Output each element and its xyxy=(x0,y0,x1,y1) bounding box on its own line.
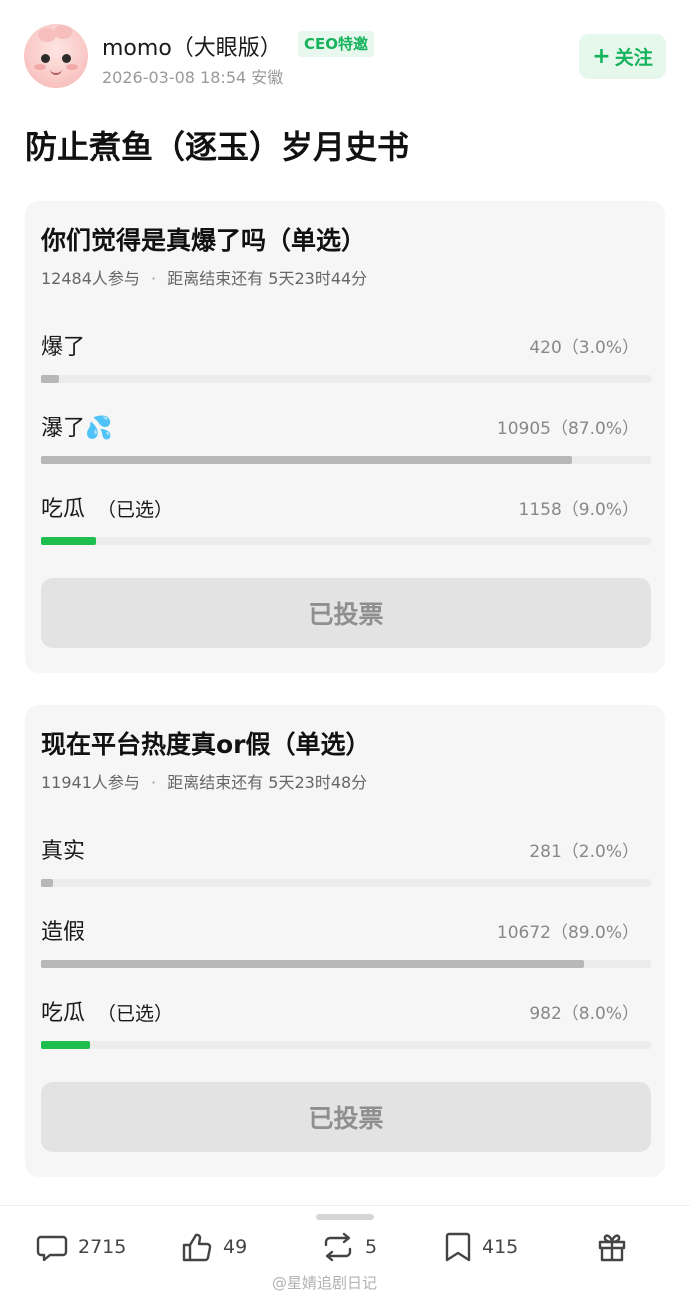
option-label: 真实 xyxy=(41,839,86,864)
username[interactable]: momo（大眼版） xyxy=(102,30,282,62)
poll-deadline: 距离结束还有 5天23时44分 xyxy=(167,269,368,288)
repost-button[interactable]: 5 xyxy=(320,1230,377,1264)
voted-button[interactable]: 已投票 xyxy=(41,1082,651,1152)
avatar-blush xyxy=(34,64,46,70)
gift-icon xyxy=(596,1230,628,1264)
like-button[interactable]: 49 xyxy=(180,1230,247,1264)
drag-handle[interactable] xyxy=(316,1214,374,1220)
option-count: 10905（87.0%） xyxy=(496,419,639,439)
post-title: 防止煮鱼（逐玉）岁月史书 xyxy=(25,128,410,166)
poll-question: 现在平台热度真or假（单选） xyxy=(41,730,371,759)
option-label: 瀑了💦 xyxy=(41,416,113,441)
favorite-button[interactable]: 415 xyxy=(443,1230,518,1264)
option-label: 吃瓜 （已选） xyxy=(41,995,173,1027)
favorite-count: 415 xyxy=(482,1236,519,1258)
poll-meta: 12484人参与 · 距离结束还有 5天23时44分 xyxy=(41,265,367,289)
poll-option-selected: 吃瓜 （已选） 982（8.0%） xyxy=(41,995,651,1055)
gift-button[interactable] xyxy=(596,1230,628,1264)
avatar-decoration xyxy=(54,25,72,39)
option-count: 420（3.0%） xyxy=(529,338,639,358)
post-meta: 2026-03-08 18:54 安徽 xyxy=(102,68,284,87)
poll-card: 你们觉得是真爆了吗（单选） 12484人参与 · 距离结束还有 5天23时44分… xyxy=(25,201,665,673)
option-label: 造假 xyxy=(41,920,86,945)
avatar-eye xyxy=(62,54,71,63)
poll-deadline: 距离结束还有 5天23时48分 xyxy=(167,773,368,792)
ceo-badge: CEO特邀 xyxy=(298,31,375,57)
poll-question: 你们觉得是真爆了吗（单选） xyxy=(41,226,367,255)
repost-count: 5 xyxy=(365,1236,378,1258)
option-progress-fill xyxy=(41,537,96,545)
poll-option: 造假 10672（89.0%） xyxy=(41,914,651,974)
option-progress-fill xyxy=(41,960,584,968)
option-progress-fill xyxy=(41,456,572,464)
comment-icon xyxy=(35,1230,69,1264)
follow-label: 关注 xyxy=(614,47,653,69)
follow-button[interactable]: + 关注 xyxy=(579,34,666,79)
plus-icon: + xyxy=(592,44,611,69)
voted-button[interactable]: 已投票 xyxy=(41,578,651,648)
avatar-mouth xyxy=(50,69,62,75)
option-count: 1158（9.0%） xyxy=(518,500,639,520)
selected-tag: （已选） xyxy=(97,499,174,521)
poll-participants: 11941人参与 xyxy=(41,773,140,792)
bottom-action-bar: 2715 49 5 415 @星婧追剧日记 xyxy=(0,1205,690,1300)
option-progress-track xyxy=(41,375,651,383)
separator-dot: · xyxy=(151,269,157,288)
option-progress-fill xyxy=(41,879,54,887)
option-progress-track xyxy=(41,456,651,464)
option-count: 982（8.0%） xyxy=(529,1004,639,1024)
option-progress-track xyxy=(41,1041,651,1049)
poll-option: 瀑了💦 10905（87.0%） xyxy=(41,410,651,470)
option-progress-track xyxy=(41,960,651,968)
avatar[interactable] xyxy=(24,24,88,88)
option-progress-track xyxy=(41,537,651,545)
watermark: @星婧追剧日记 xyxy=(272,1274,378,1292)
avatar-eye xyxy=(41,54,50,63)
option-text: 吃瓜 xyxy=(41,497,86,522)
thumbs-up-icon xyxy=(180,1230,214,1264)
option-count: 281（2.0%） xyxy=(529,842,639,862)
poll-option: 爆了 420（3.0%） xyxy=(41,329,651,389)
option-progress-fill xyxy=(41,375,60,383)
poll-option-selected: 吃瓜 （已选） 1158（9.0%） xyxy=(41,491,651,551)
poll-card: 现在平台热度真or假（单选） 11941人参与 · 距离结束还有 5天23时48… xyxy=(25,705,665,1177)
option-progress-fill xyxy=(41,1041,90,1049)
selected-tag: （已选） xyxy=(97,1003,174,1025)
post-header: momo（大眼版） CEO特邀 2026-03-08 18:54 安徽 + 关注 xyxy=(0,0,690,115)
comment-count: 2715 xyxy=(78,1236,127,1258)
repost-icon xyxy=(320,1230,356,1264)
poll-option: 真实 281（2.0%） xyxy=(41,833,651,893)
like-count: 49 xyxy=(223,1236,248,1258)
option-text: 吃瓜 xyxy=(41,1001,86,1026)
poll-participants: 12484人参与 xyxy=(41,269,140,288)
poll-meta: 11941人参与 · 距离结束还有 5天23时48分 xyxy=(41,769,367,793)
comment-button[interactable]: 2715 xyxy=(35,1230,126,1264)
bookmark-icon xyxy=(443,1230,473,1264)
option-progress-track xyxy=(41,879,651,887)
option-count: 10672（89.0%） xyxy=(496,923,639,943)
separator-dot: · xyxy=(151,773,157,792)
option-label: 爆了 xyxy=(41,335,86,360)
avatar-blush xyxy=(66,64,78,70)
option-label: 吃瓜 （已选） xyxy=(41,491,173,523)
